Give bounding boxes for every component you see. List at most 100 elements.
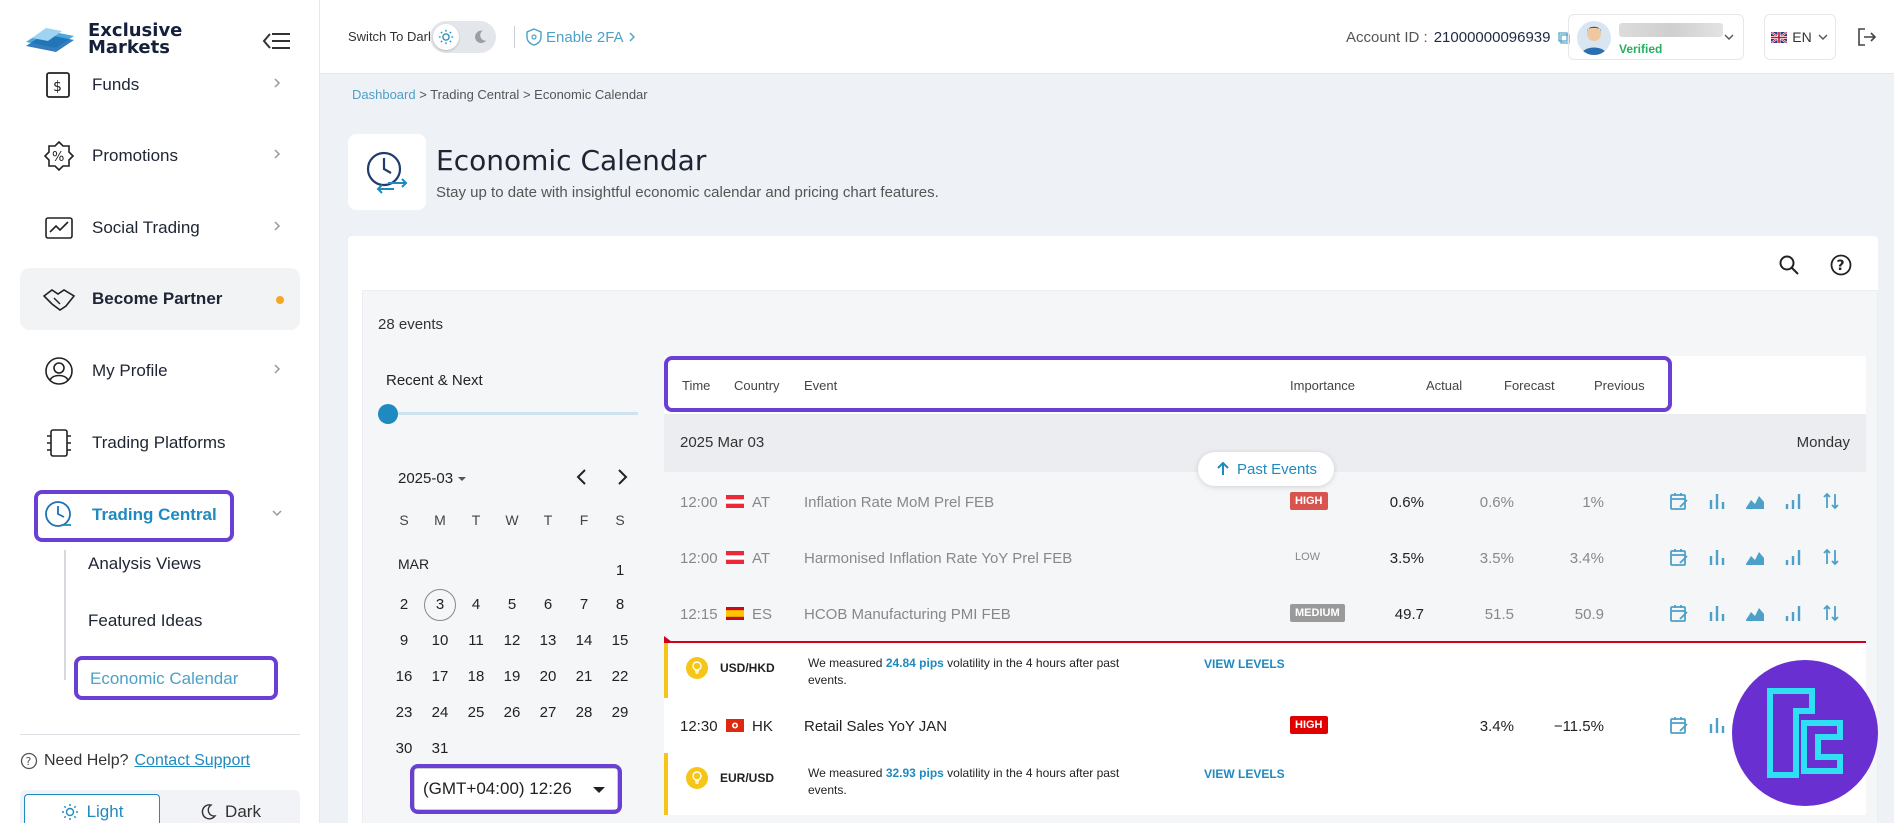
calendar-day[interactable]: 16 [386, 662, 422, 692]
calendar-day[interactable]: 30 [386, 734, 422, 764]
calendar-day[interactable]: 24 [422, 698, 458, 728]
table-row[interactable]: 12:15 ES HCOB Manufacturing PMI FEB MEDI… [664, 586, 1866, 642]
dark-mode-switch[interactable] [430, 21, 496, 53]
sub-item-economic-calendar[interactable]: Economic Calendar [90, 669, 238, 689]
sort-arrows-icon[interactable] [1820, 490, 1842, 512]
calendar-day[interactable]: 8 [602, 590, 638, 620]
sub-item-analysis-views[interactable]: Analysis Views [88, 554, 201, 574]
th-country: Country [734, 378, 780, 393]
range-label: Recent & Next [386, 372, 483, 389]
calendar-day[interactable]: 21 [566, 662, 602, 692]
sidebar-item-funds[interactable]: $ Funds [20, 54, 300, 116]
calendar-day[interactable]: 31 [422, 734, 458, 764]
range-slider-track[interactable] [386, 412, 638, 415]
help-circle-icon[interactable]: ? [1830, 254, 1852, 276]
month-select[interactable]: 2025-03 [398, 470, 467, 487]
table-row[interactable]: 12:30 HK Retail Sales YoY JAN HIGH 3.4% … [664, 698, 1866, 754]
calendar-day[interactable]: 6 [530, 590, 566, 620]
calendar-day[interactable]: 7 [566, 590, 602, 620]
bar-chart-icon[interactable] [1706, 714, 1728, 736]
sidebar-item-promotions[interactable]: % Promotions [20, 125, 300, 187]
volatility-pips: 24.84 pips [885, 656, 944, 670]
calendar-day[interactable]: 26 [494, 698, 530, 728]
row-country: ES [752, 606, 773, 623]
calendar-day[interactable]: 15 [602, 626, 638, 656]
calendar-day[interactable]: 18 [458, 662, 494, 692]
row-forecast: 3.4% [1479, 718, 1514, 735]
calendar-day[interactable]: 9 [386, 626, 422, 656]
calendar-day[interactable]: 14 [566, 626, 602, 656]
calendar-day[interactable]: 28 [566, 698, 602, 728]
calendar-day[interactable]: 10 [422, 626, 458, 656]
calendar-day[interactable]: 22 [602, 662, 638, 692]
calendar-day[interactable]: 23 [386, 698, 422, 728]
timezone-select[interactable]: (GMT+04:00) 12:26 [414, 768, 618, 810]
sidebar-item-become-partner[interactable]: Become Partner [20, 268, 300, 330]
calendar-day[interactable]: 3 [424, 589, 456, 621]
sidebar-item-social-trading[interactable]: Social Trading [20, 197, 300, 259]
bar-chart-icon[interactable] [1706, 546, 1728, 568]
enable-2fa-link[interactable]: Enable 2FA [526, 28, 636, 46]
search-icon[interactable] [1778, 254, 1800, 276]
breadcrumb-trading-central[interactable]: Trading Central [430, 87, 519, 102]
range-slider-handle[interactable] [378, 404, 398, 424]
calendar-add-icon[interactable] [1668, 546, 1690, 568]
sort-arrows-icon[interactable] [1820, 546, 1842, 568]
contact-support-link[interactable]: Contact Support [135, 752, 251, 770]
hong-kong-flag-icon [726, 719, 744, 732]
calendar-add-icon[interactable] [1668, 714, 1690, 736]
sidebar-item-trading-platforms[interactable]: Trading Platforms [20, 412, 300, 474]
chevron-right-icon[interactable] [614, 468, 630, 486]
sidebar-item-trading-central[interactable]: Trading Central [20, 484, 300, 546]
sub-item-featured-ideas[interactable]: Featured Ideas [88, 611, 202, 631]
area-chart-icon[interactable] [1744, 490, 1766, 512]
calendar-day[interactable]: 27 [530, 698, 566, 728]
column-chart-icon[interactable] [1782, 546, 1804, 568]
spain-flag-icon [726, 607, 744, 620]
theme-dark-button[interactable]: Dark [162, 794, 298, 823]
collapse-menu-icon[interactable] [262, 30, 292, 52]
view-levels-link[interactable]: VIEW LEVELS [1204, 767, 1285, 781]
column-chart-icon[interactable] [1782, 490, 1804, 512]
area-chart-icon[interactable] [1744, 546, 1766, 568]
chevron-down-icon [1724, 34, 1734, 40]
row-time: 12:00 [680, 494, 718, 511]
sidebar-item-label: Become Partner [92, 289, 223, 308]
user-menu[interactable]: Verified [1568, 14, 1744, 60]
calendar-day[interactable]: 11 [458, 626, 494, 656]
column-chart-icon[interactable] [1782, 602, 1804, 624]
past-events-button[interactable]: Past Events [1198, 452, 1334, 486]
logout-icon[interactable] [1856, 26, 1878, 48]
theme-light-button[interactable]: Light [24, 794, 160, 823]
calendar-day[interactable]: 20 [530, 662, 566, 692]
caret-down-icon [593, 787, 605, 793]
chevron-left-icon[interactable] [574, 468, 590, 486]
bar-chart-icon[interactable] [1706, 490, 1728, 512]
area-chart-icon[interactable] [1744, 602, 1766, 624]
calendar-day[interactable]: 13 [530, 626, 566, 656]
page-subtitle: Stay up to date with insightful economic… [436, 184, 939, 201]
sidebar-item-my-profile[interactable]: My Profile [20, 340, 300, 402]
view-levels-link[interactable]: VIEW LEVELS [1204, 657, 1285, 671]
breadcrumb-dashboard[interactable]: Dashboard [352, 87, 416, 102]
language-selector[interactable]: EN [1764, 14, 1836, 60]
calendar-day[interactable]: 12 [494, 626, 530, 656]
bar-chart-icon[interactable] [1706, 602, 1728, 624]
calendar-day[interactable]: 2 [386, 590, 422, 620]
sort-arrows-icon[interactable] [1820, 602, 1842, 624]
avatar [1577, 21, 1611, 55]
calendar-day[interactable]: 29 [602, 698, 638, 728]
calendar-day[interactable]: 19 [494, 662, 530, 692]
table-row[interactable]: 12:00 AT Harmonised Inflation Rate YoY P… [664, 530, 1866, 586]
calendar-day[interactable]: 17 [422, 662, 458, 692]
volatility-pair: EUR/USD [720, 771, 775, 785]
calendar-day[interactable]: 25 [458, 698, 494, 728]
calendar-day[interactable]: 5 [494, 590, 530, 620]
calendar-add-icon[interactable] [1668, 490, 1690, 512]
brand-logo[interactable]: Exclusive Markets [22, 22, 182, 57]
volatility-pair: USD/HKD [720, 661, 775, 675]
theme-light-label: Light [86, 802, 124, 821]
calendar-day[interactable]: 4 [458, 590, 494, 620]
calendar-add-icon[interactable] [1668, 602, 1690, 624]
calendar-day[interactable]: 1 [602, 556, 638, 586]
